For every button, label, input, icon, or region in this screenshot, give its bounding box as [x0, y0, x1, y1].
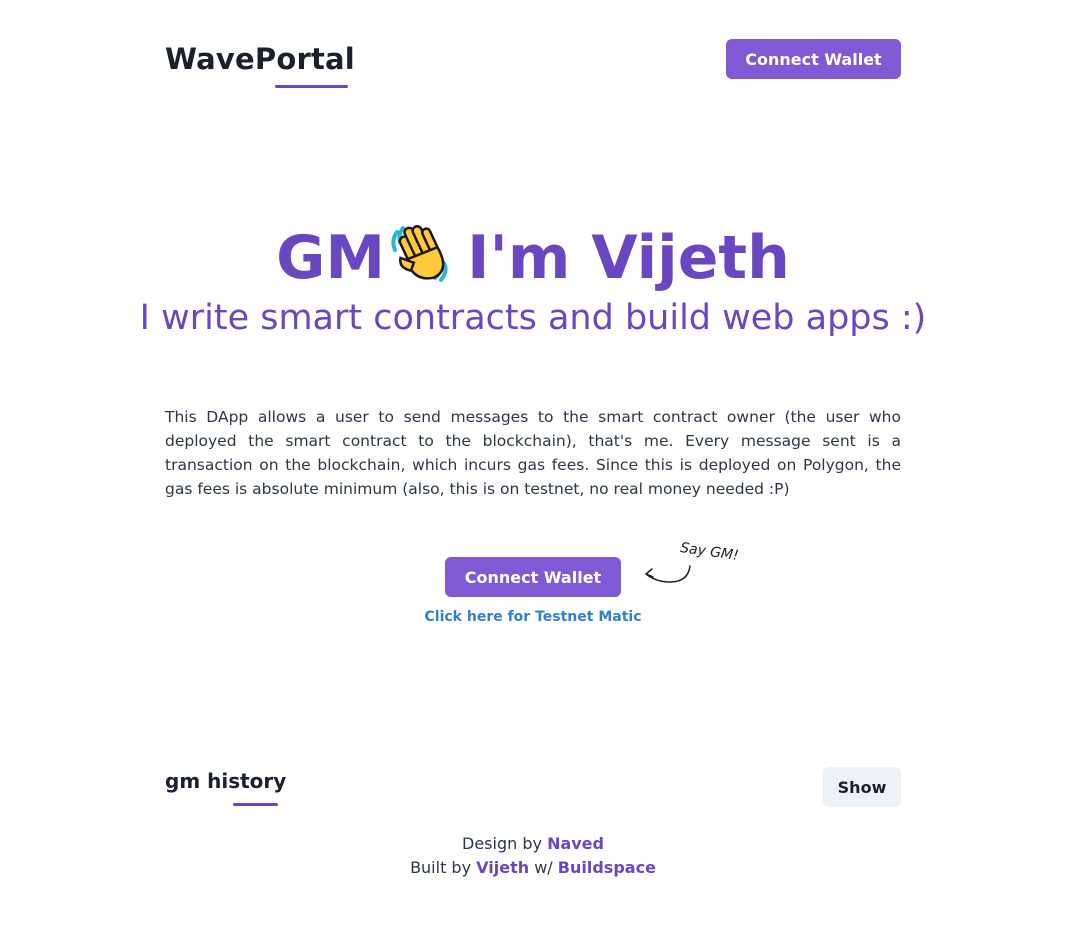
buildspace-link[interactable]: Buildspace: [558, 858, 656, 877]
builder-link[interactable]: Vijeth: [476, 858, 529, 877]
hero-title-gm: GM: [276, 223, 386, 293]
header-connect-wallet-button[interactable]: Connect Wallet: [726, 39, 901, 79]
hero-subtitle: I write smart contracts and build web ap…: [139, 298, 927, 338]
waving-hand-icon: [389, 218, 457, 302]
history-underline: [233, 803, 278, 806]
footer-design-prefix: Design by: [462, 834, 542, 853]
dapp-description: This DApp allows a user to send messages…: [165, 408, 901, 498]
footer-built-line: Built by Vijeth w/ Buildspace: [0, 856, 1066, 880]
curved-arrow-icon: [645, 565, 691, 583]
footer-design-line: Design by Naved: [0, 832, 1066, 856]
history-title: gm history: [165, 769, 287, 793]
designer-link[interactable]: Naved: [547, 834, 604, 853]
brand-underline: [275, 85, 348, 88]
footer: Design by Naved Built by Vijeth w/ Build…: [0, 832, 1066, 880]
hero-title: GM I'm Vijeth: [0, 218, 1066, 302]
brand-logo[interactable]: WavePortal: [165, 42, 355, 76]
footer-with: w/: [534, 858, 553, 877]
footer-built-prefix: Built by: [410, 858, 472, 877]
testnet-matic-link[interactable]: Click here for Testnet Matic: [0, 609, 1066, 625]
show-history-button[interactable]: Show: [823, 767, 901, 807]
main-connect-wallet-button[interactable]: Connect Wallet: [445, 557, 621, 597]
hero-title-name: I'm Vijeth: [467, 223, 790, 293]
